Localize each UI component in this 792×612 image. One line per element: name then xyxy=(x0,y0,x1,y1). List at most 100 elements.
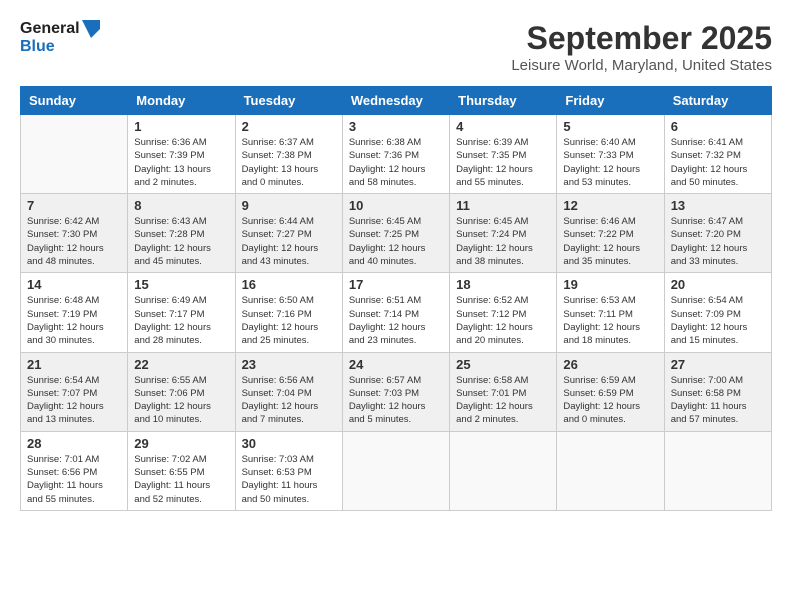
day-number: 20 xyxy=(671,277,765,292)
calendar-day-cell: 16Sunrise: 6:50 AMSunset: 7:16 PMDayligh… xyxy=(235,273,342,352)
day-info: Sunrise: 6:54 AMSunset: 7:09 PMDaylight:… xyxy=(671,294,765,347)
day-info: Sunrise: 7:01 AMSunset: 6:56 PMDaylight:… xyxy=(27,453,121,506)
calendar-day-cell xyxy=(557,431,664,510)
header-friday: Friday xyxy=(557,87,664,115)
day-number: 26 xyxy=(563,357,657,372)
calendar-day-cell xyxy=(664,431,771,510)
day-info: Sunrise: 6:42 AMSunset: 7:30 PMDaylight:… xyxy=(27,215,121,268)
calendar-title: September 2025 xyxy=(511,20,772,57)
day-number: 6 xyxy=(671,119,765,134)
day-number: 30 xyxy=(242,436,336,451)
calendar-day-cell: 24Sunrise: 6:57 AMSunset: 7:03 PMDayligh… xyxy=(342,352,449,431)
calendar-day-cell: 25 Sunrise: 6:58 AMSunset: 7:01 PMDayligh… xyxy=(450,352,557,431)
day-info: Sunrise: 6:38 AMSunset: 7:36 PMDaylight:… xyxy=(349,136,443,189)
calendar-day-cell: 12 Sunrise: 6:46 AMSunset: 7:22 PMDayligh… xyxy=(557,194,664,273)
calendar-day-cell: 14 Sunrise: 6:48 AMSunset: 7:19 PMDayligh… xyxy=(21,273,128,352)
day-info: Sunrise: 6:46 AMSunset: 7:22 PMDaylight:… xyxy=(563,215,657,268)
day-number: 21 xyxy=(27,357,121,372)
calendar-day-cell: 19 Sunrise: 6:53 AMSunset: 7:11 PMDayligh… xyxy=(557,273,664,352)
calendar-day-cell: 28 Sunrise: 7:01 AMSunset: 6:56 PMDayligh… xyxy=(21,431,128,510)
calendar-day-cell: 7 Sunrise: 6:42 AMSunset: 7:30 PMDaylight… xyxy=(21,194,128,273)
calendar-week-row: 21 Sunrise: 6:54 AMSunset: 7:07 PMDayligh… xyxy=(21,352,772,431)
logo-text: General Blue xyxy=(20,20,80,57)
header-monday: Monday xyxy=(128,87,235,115)
day-number: 19 xyxy=(563,277,657,292)
calendar-day-cell: 23 Sunrise: 6:56 AMSunset: 7:04 PMDayligh… xyxy=(235,352,342,431)
day-info: Sunrise: 7:00 AMSunset: 6:58 PMDaylight:… xyxy=(671,374,765,427)
calendar-day-cell: 29 Sunrise: 7:02 AMSunset: 6:55 PMDayligh… xyxy=(128,431,235,510)
calendar-header-row: SundayMondayTuesdayWednesdayThursdayFrid… xyxy=(21,87,772,115)
day-number: 7 xyxy=(27,198,121,213)
day-info: Sunrise: 6:54 AMSunset: 7:07 PMDaylight:… xyxy=(27,374,121,427)
calendar-day-cell xyxy=(342,431,449,510)
day-number: 8 xyxy=(134,198,228,213)
calendar-day-cell: 10Sunrise: 6:45 AMSunset: 7:25 PMDayligh… xyxy=(342,194,449,273)
calendar-table: SundayMondayTuesdayWednesdayThursdayFrid… xyxy=(20,86,772,511)
day-number: 9 xyxy=(242,198,336,213)
calendar-day-cell: 2Sunrise: 6:37 AMSunset: 7:38 PMDaylight… xyxy=(235,115,342,194)
calendar-day-cell xyxy=(21,115,128,194)
calendar-day-cell: 4 Sunrise: 6:39 AMSunset: 7:35 PMDaylight… xyxy=(450,115,557,194)
day-number: 13 xyxy=(671,198,765,213)
calendar-day-cell: 30Sunrise: 7:03 AMSunset: 6:53 PMDayligh… xyxy=(235,431,342,510)
day-info: Sunrise: 6:52 AMSunset: 7:12 PMDaylight:… xyxy=(456,294,550,347)
day-number: 12 xyxy=(563,198,657,213)
day-number: 23 xyxy=(242,357,336,372)
day-info: Sunrise: 6:49 AMSunset: 7:17 PMDaylight:… xyxy=(134,294,228,347)
day-number: 15 xyxy=(134,277,228,292)
logo: General Blue xyxy=(20,20,100,57)
header-sunday: Sunday xyxy=(21,87,128,115)
calendar-day-cell: 6 Sunrise: 6:41 AMSunset: 7:32 PMDaylight… xyxy=(664,115,771,194)
calendar-day-cell: 5Sunrise: 6:40 AMSunset: 7:33 PMDaylight… xyxy=(557,115,664,194)
calendar-day-cell: 17 Sunrise: 6:51 AMSunset: 7:14 PMDayligh… xyxy=(342,273,449,352)
day-number: 11 xyxy=(456,198,550,213)
header-wednesday: Wednesday xyxy=(342,87,449,115)
title-section: September 2025 Leisure World, Maryland, … xyxy=(511,20,772,74)
day-info: Sunrise: 6:45 AMSunset: 7:25 PMDaylight:… xyxy=(349,215,443,268)
day-number: 28 xyxy=(27,436,121,451)
calendar-week-row: 1 Sunrise: 6:36 AMSunset: 7:39 PMDaylight… xyxy=(21,115,772,194)
day-number: 29 xyxy=(134,436,228,451)
day-info: Sunrise: 6:39 AMSunset: 7:35 PMDaylight:… xyxy=(456,136,550,189)
calendar-week-row: 7 Sunrise: 6:42 AMSunset: 7:30 PMDaylight… xyxy=(21,194,772,273)
day-info: Sunrise: 7:02 AMSunset: 6:55 PMDaylight:… xyxy=(134,453,228,506)
day-info: Sunrise: 6:53 AMSunset: 7:11 PMDaylight:… xyxy=(563,294,657,347)
day-info: Sunrise: 6:47 AMSunset: 7:20 PMDaylight:… xyxy=(671,215,765,268)
day-info: Sunrise: 6:40 AMSunset: 7:33 PMDaylight:… xyxy=(563,136,657,189)
logo-arrow-icon xyxy=(82,20,100,38)
day-info: Sunrise: 6:44 AMSunset: 7:27 PMDaylight:… xyxy=(242,215,336,268)
header-saturday: Saturday xyxy=(664,87,771,115)
day-number: 18 xyxy=(456,277,550,292)
day-info: Sunrise: 6:41 AMSunset: 7:32 PMDaylight:… xyxy=(671,136,765,189)
day-info: Sunrise: 6:58 AMSunset: 7:01 PMDaylight:… xyxy=(456,374,550,427)
calendar-day-cell: 9 Sunrise: 6:44 AMSunset: 7:27 PMDaylight… xyxy=(235,194,342,273)
calendar-subtitle: Leisure World, Maryland, United States xyxy=(511,57,772,74)
day-info: Sunrise: 6:37 AMSunset: 7:38 PMDaylight:… xyxy=(242,136,336,189)
day-info: Sunrise: 6:45 AMSunset: 7:24 PMDaylight:… xyxy=(456,215,550,268)
calendar-day-cell: 21 Sunrise: 6:54 AMSunset: 7:07 PMDayligh… xyxy=(21,352,128,431)
day-info: Sunrise: 6:48 AMSunset: 7:19 PMDaylight:… xyxy=(27,294,121,347)
day-number: 22 xyxy=(134,357,228,372)
day-number: 17 xyxy=(349,277,443,292)
logo-blue: Blue xyxy=(20,38,80,56)
day-number: 25 xyxy=(456,357,550,372)
calendar-day-cell: 1 Sunrise: 6:36 AMSunset: 7:39 PMDaylight… xyxy=(128,115,235,194)
logo-general: General xyxy=(20,20,80,38)
day-info: Sunrise: 6:55 AMSunset: 7:06 PMDaylight:… xyxy=(134,374,228,427)
calendar-day-cell: 13 Sunrise: 6:47 AMSunset: 7:20 PMDayligh… xyxy=(664,194,771,273)
day-info: Sunrise: 6:36 AMSunset: 7:39 PMDaylight:… xyxy=(134,136,228,189)
day-info: Sunrise: 6:56 AMSunset: 7:04 PMDaylight:… xyxy=(242,374,336,427)
header-thursday: Thursday xyxy=(450,87,557,115)
day-number: 4 xyxy=(456,119,550,134)
day-number: 16 xyxy=(242,277,336,292)
calendar-day-cell: 22 Sunrise: 6:55 AMSunset: 7:06 PMDayligh… xyxy=(128,352,235,431)
calendar-day-cell xyxy=(450,431,557,510)
calendar-day-cell: 8 Sunrise: 6:43 AMSunset: 7:28 PMDaylight… xyxy=(128,194,235,273)
calendar-week-row: 14 Sunrise: 6:48 AMSunset: 7:19 PMDayligh… xyxy=(21,273,772,352)
day-number: 14 xyxy=(27,277,121,292)
day-info: Sunrise: 6:51 AMSunset: 7:14 PMDaylight:… xyxy=(349,294,443,347)
day-info: Sunrise: 6:43 AMSunset: 7:28 PMDaylight:… xyxy=(134,215,228,268)
day-number: 1 xyxy=(134,119,228,134)
calendar-day-cell: 11 Sunrise: 6:45 AMSunset: 7:24 PMDayligh… xyxy=(450,194,557,273)
header-tuesday: Tuesday xyxy=(235,87,342,115)
